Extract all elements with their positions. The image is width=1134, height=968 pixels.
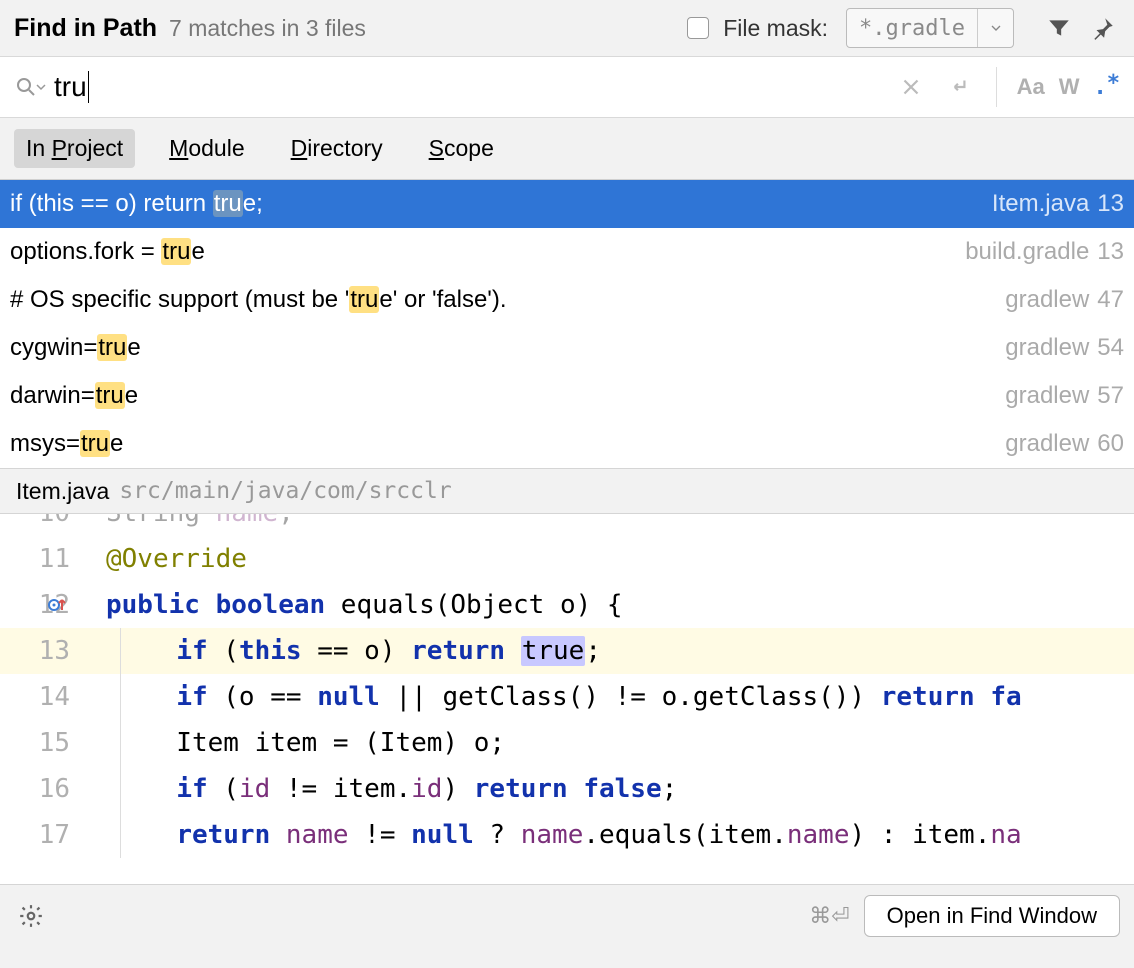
- clear-icon[interactable]: [894, 70, 928, 104]
- file-mask-value: *.gradle: [847, 16, 977, 41]
- result-location: gradlew47: [1005, 286, 1124, 314]
- code-line: 15 Item item = (Item) o;: [0, 720, 1134, 766]
- search-query: tru: [54, 71, 87, 103]
- result-location: gradlew54: [1005, 334, 1124, 362]
- file-mask-checkbox[interactable]: [687, 17, 709, 39]
- code-line: 13 if (this == o) return true;: [0, 628, 1134, 674]
- newline-icon[interactable]: [942, 70, 976, 104]
- result-row[interactable]: # OS specific support (must be 'true' or…: [0, 276, 1134, 324]
- dialog-title: Find in Path: [14, 14, 157, 43]
- override-icon[interactable]: [48, 596, 66, 614]
- result-text: options.fork = true: [10, 238, 205, 266]
- result-text: cygwin=true: [10, 334, 141, 362]
- preview-path: src/main/java/com/srcclr: [119, 478, 451, 504]
- scope-tab-2[interactable]: Directory: [279, 129, 395, 168]
- result-text: if (this == o) return true;: [10, 190, 263, 218]
- search-input[interactable]: tru: [54, 71, 886, 103]
- code-line: 12public boolean equals(Object o) {: [0, 582, 1134, 628]
- code-line: 16 if (id != item.id) return false;: [0, 766, 1134, 812]
- dialog-footer: ⌘⏎ Open in Find Window: [0, 884, 1134, 946]
- filter-icon[interactable]: [1042, 11, 1076, 45]
- result-row[interactable]: darwin=true gradlew57: [0, 372, 1134, 420]
- preview-filename: Item.java: [16, 478, 109, 505]
- result-location: gradlew60: [1005, 430, 1124, 458]
- scope-tabs: In Project Module Directory Scope: [0, 118, 1134, 180]
- search-bar: tru Aa W .*: [0, 56, 1134, 118]
- search-icon: [14, 75, 46, 99]
- code-line: 17 return name != null ? name.equals(ite…: [0, 812, 1134, 858]
- results-list: if (this == o) return true; Item.java13 op…: [0, 180, 1134, 468]
- words-toggle[interactable]: W: [1059, 74, 1080, 100]
- file-mask-dropdown[interactable]: *.gradle: [846, 8, 1014, 48]
- matches-count: 7 matches in 3 files: [169, 15, 366, 42]
- code-line: 10String name;: [0, 514, 1134, 536]
- chevron-down-icon[interactable]: [977, 9, 1013, 47]
- code-preview[interactable]: 10String name;11@Override12public boolea…: [0, 514, 1134, 884]
- result-location: build.gradle13: [965, 238, 1124, 266]
- dialog-header: Find in Path 7 matches in 3 files File m…: [0, 0, 1134, 56]
- preview-header: Item.java src/main/java/com/srcclr: [0, 468, 1134, 514]
- result-row[interactable]: if (this == o) return true; Item.java13: [0, 180, 1134, 228]
- open-in-find-window-button[interactable]: Open in Find Window: [864, 895, 1120, 937]
- pin-icon[interactable]: [1086, 11, 1120, 45]
- result-text: # OS specific support (must be 'true' or…: [10, 286, 507, 314]
- scope-tab-0[interactable]: In Project: [14, 129, 135, 168]
- result-row[interactable]: options.fork = true build.gradle13: [0, 228, 1134, 276]
- separator: [996, 67, 997, 107]
- result-row[interactable]: msys=true gradlew60: [0, 420, 1134, 468]
- result-location: Item.java13: [992, 190, 1124, 218]
- result-text: msys=true: [10, 430, 123, 458]
- regex-toggle[interactable]: .*: [1094, 75, 1121, 100]
- code-line: 11@Override: [0, 536, 1134, 582]
- result-location: gradlew57: [1005, 382, 1124, 410]
- scope-tab-1[interactable]: Module: [157, 129, 256, 168]
- scope-tab-3[interactable]: Scope: [417, 129, 506, 168]
- gear-icon[interactable]: [14, 899, 48, 933]
- match-case-toggle[interactable]: Aa: [1017, 74, 1045, 100]
- code-line: 14 if (o == null || getClass() != o.getC…: [0, 674, 1134, 720]
- result-row[interactable]: cygwin=true gradlew54: [0, 324, 1134, 372]
- result-text: darwin=true: [10, 382, 138, 410]
- file-mask-label: File mask:: [723, 15, 828, 42]
- text-cursor: [88, 71, 89, 103]
- shortcut-hint: ⌘⏎: [809, 903, 849, 929]
